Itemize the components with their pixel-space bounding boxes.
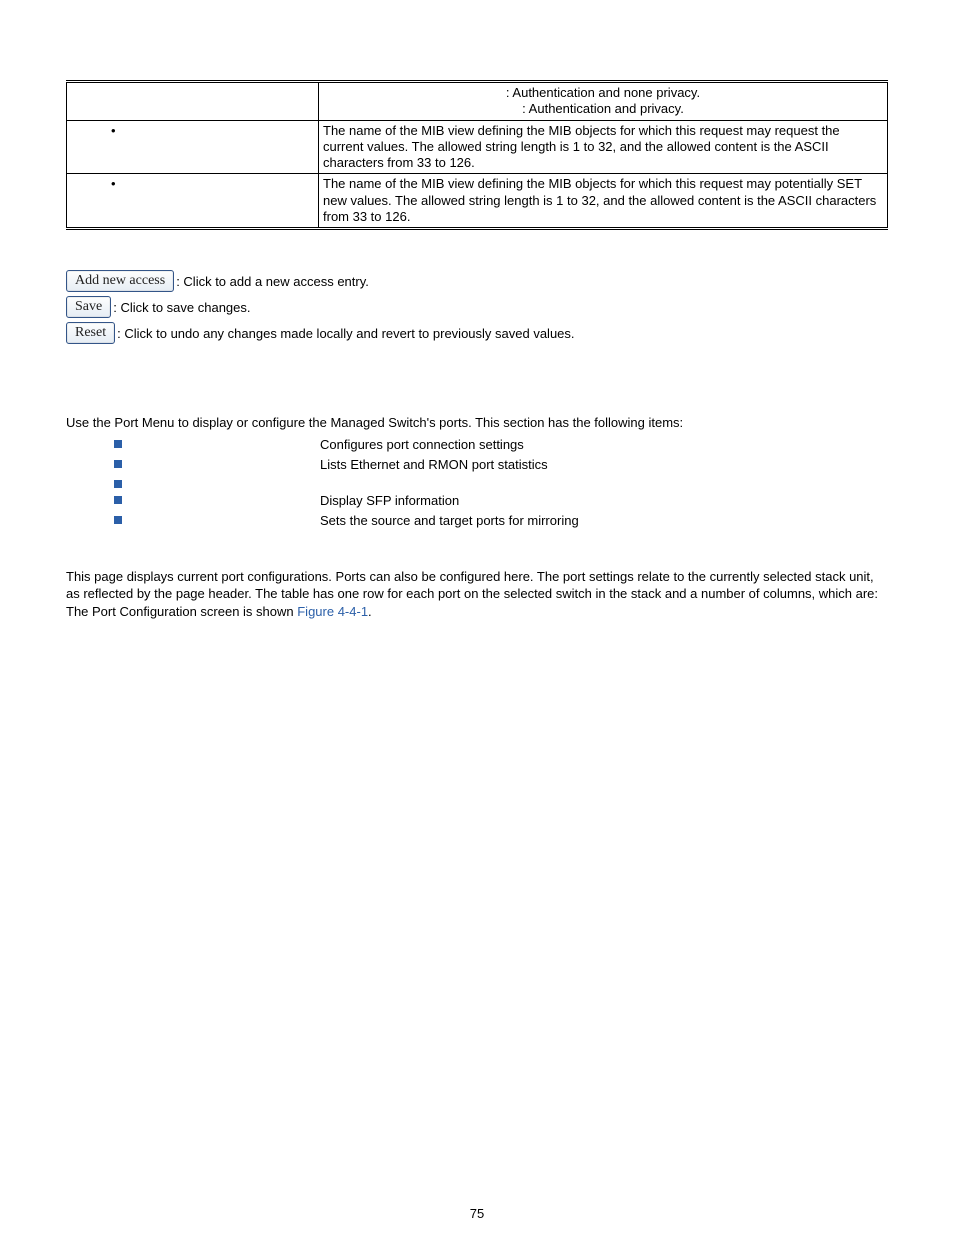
desc-line: : Authentication and none privacy. [506,85,700,100]
item-desc: Display SFP information [320,492,459,508]
square-bullet-icon [114,440,122,448]
para-text: The Port Configuration screen is shown [66,604,297,619]
page-number: 75 [0,1206,954,1221]
desc-text: The name of the MIB view defining the MI… [323,176,876,224]
square-bullet-icon [114,460,122,468]
list-item: Lists Ethernet and RMON port statistics [66,456,888,472]
row-label [67,82,319,121]
square-bullet-icon [114,496,122,504]
button-row: Add new access : Click to add a new acce… [66,270,888,292]
reset-button[interactable]: Reset [66,322,115,344]
table-row: The name of the MIB view defining the MI… [67,120,888,174]
list-item: Display SFP information [66,492,888,508]
para-text: This page displays current port configur… [66,569,878,602]
list-item: Sets the source and target ports for mir… [66,512,888,528]
button-desc: : Click to add a new access entry. [176,274,369,289]
row-desc: : Authentication and none privacy. : Aut… [319,82,888,121]
section-intro: Use the Port Menu to display or configur… [66,414,888,432]
button-desc: : Click to undo any changes made locally… [117,326,574,341]
port-config-paragraph: This page displays current port configur… [66,568,888,621]
button-row: Reset : Click to undo any changes made l… [66,322,888,344]
button-row: Save : Click to save changes. [66,296,888,318]
table-row: : Authentication and none privacy. : Aut… [67,82,888,121]
desc-line: : Authentication and privacy. [522,101,684,116]
square-bullet-icon [114,516,122,524]
button-desc: : Click to save changes. [113,300,250,315]
row-desc: The name of the MIB view defining the MI… [319,120,888,174]
add-new-access-button[interactable]: Add new access [66,270,174,292]
row-label [67,174,319,229]
item-desc: Configures port connection settings [320,436,524,452]
bullet-label [71,176,314,192]
list-item [66,476,888,488]
table-row: The name of the MIB view defining the MI… [67,174,888,229]
item-desc: Sets the source and target ports for mir… [320,512,579,528]
figure-link[interactable]: Figure 4-4-1 [297,604,368,619]
bullet-label [71,123,314,139]
row-label [67,120,319,174]
desc-text: The name of the MIB view defining the MI… [323,123,840,171]
row-desc: The name of the MIB view defining the MI… [319,174,888,229]
snmp-access-table: : Authentication and none privacy. : Aut… [66,80,888,230]
save-button[interactable]: Save [66,296,111,318]
square-bullet-icon [114,480,122,488]
list-item: Configures port connection settings [66,436,888,452]
para-text: . [368,604,372,619]
item-desc: Lists Ethernet and RMON port statistics [320,456,548,472]
